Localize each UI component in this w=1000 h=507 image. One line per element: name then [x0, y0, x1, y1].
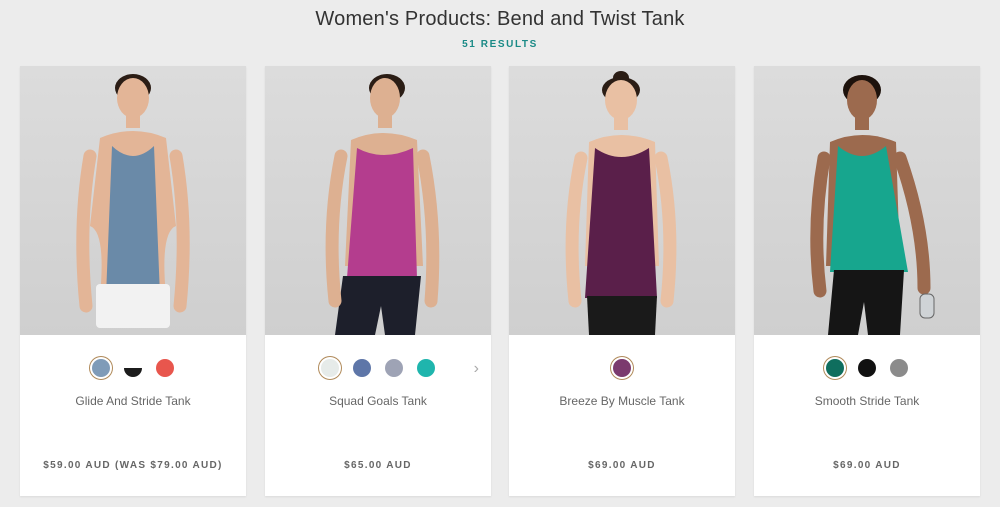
product-image[interactable]: [265, 66, 491, 335]
color-swatches: [754, 359, 980, 381]
product-card[interactable]: Breeze By Muscle Tank $69.00 AUD: [509, 66, 735, 496]
color-swatches: [20, 359, 246, 381]
product-image[interactable]: [754, 66, 980, 335]
product-name[interactable]: Glide And Stride Tank: [20, 394, 246, 408]
page-title: Women's Products: Bend and Twist Tank: [315, 8, 685, 30]
color-swatch[interactable]: [124, 359, 142, 377]
product-name[interactable]: Breeze By Muscle Tank: [509, 394, 735, 408]
product-price: $65.00 AUD: [344, 460, 412, 471]
chevron-right-icon[interactable]: ›: [474, 360, 479, 378]
results-count: 51 RESULTS: [462, 39, 538, 50]
product-card[interactable]: Glide And Stride Tank $59.00 AUD (WAS $7…: [20, 66, 246, 496]
product-name[interactable]: Smooth Stride Tank: [754, 394, 980, 408]
product-image[interactable]: [509, 66, 735, 335]
color-swatch[interactable]: [826, 359, 844, 377]
color-swatch[interactable]: [417, 359, 435, 377]
color-swatch[interactable]: [92, 359, 110, 377]
product-grid: Glide And Stride Tank $59.00 AUD (WAS $7…: [20, 66, 980, 496]
product-price: $69.00 AUD: [833, 460, 901, 471]
product-price: $69.00 AUD: [588, 460, 656, 471]
color-swatch[interactable]: [858, 359, 876, 377]
color-swatch[interactable]: [613, 359, 631, 377]
product-card[interactable]: › Squad Goals Tank $65.00 AUD: [265, 66, 491, 496]
color-swatches: [509, 359, 735, 381]
product-image[interactable]: [20, 66, 246, 335]
color-swatches: [265, 359, 491, 381]
product-price: $59.00 AUD (WAS $79.00 AUD): [43, 460, 223, 471]
color-swatch[interactable]: [353, 359, 371, 377]
product-card[interactable]: Smooth Stride Tank $69.00 AUD: [754, 66, 980, 496]
page-header: Women's Products: Bend and Twist Tank 51…: [0, 0, 1000, 58]
product-name[interactable]: Squad Goals Tank: [265, 394, 491, 408]
color-swatch[interactable]: [385, 359, 403, 377]
color-swatch[interactable]: [156, 359, 174, 377]
color-swatch[interactable]: [890, 359, 908, 377]
color-swatch[interactable]: [321, 359, 339, 377]
